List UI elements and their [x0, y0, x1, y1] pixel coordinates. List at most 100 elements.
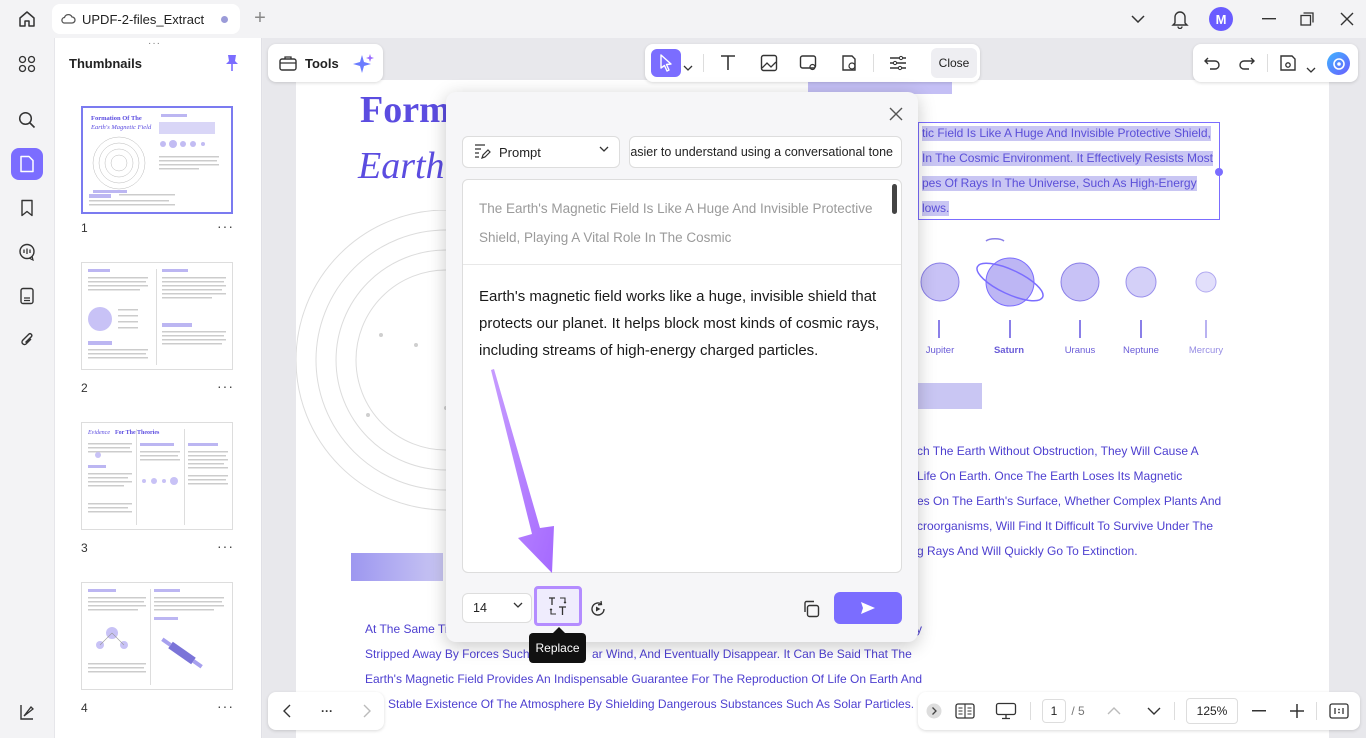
prompt-mode-label: Prompt	[499, 144, 541, 160]
apps-grid-icon[interactable]	[11, 48, 43, 80]
thumb-more-menu[interactable]: ···	[217, 218, 234, 234]
thumb1-title-a: Formation Of The	[91, 115, 142, 122]
close-edit-button[interactable]: Close	[931, 48, 977, 78]
close-window-button[interactable]	[1336, 6, 1358, 32]
body-line: g Rays And Will Quickly Go To Extinction…	[917, 544, 1138, 558]
paperclip-icon[interactable]	[11, 324, 43, 356]
redo-icon[interactable]	[1238, 54, 1256, 77]
user-avatar[interactable]: M	[1208, 6, 1234, 32]
planet-label: Uranus	[1064, 345, 1096, 356]
ai-sparkle-icon[interactable]	[353, 53, 375, 75]
chevron-up-icon[interactable]	[1104, 699, 1124, 723]
chevron-down-icon	[599, 146, 609, 152]
page-layout-icon[interactable]	[954, 699, 976, 723]
actual-size-icon[interactable]	[1328, 699, 1350, 723]
orbit-rings-graphic	[296, 210, 448, 511]
selected-line: pes Of Rays In The Universe, Such As Hig…	[922, 176, 1197, 191]
undo-icon[interactable]	[1203, 54, 1221, 77]
document-tab[interactable]: UPDF-2-files_Extract	[52, 4, 240, 34]
chevron-down-icon[interactable]	[1144, 699, 1164, 723]
notification-bell-icon[interactable]	[1169, 6, 1191, 32]
home-icon[interactable]	[14, 7, 40, 31]
shield-check-icon	[842, 55, 856, 71]
chevron-right-icon[interactable]	[358, 699, 376, 723]
add-link-tool[interactable]	[794, 49, 824, 77]
chevron-down-icon[interactable]	[1306, 60, 1316, 78]
scrollbar-thumb[interactable]	[892, 184, 897, 214]
body-line: At The Same Ti	[365, 622, 448, 636]
rewritten-text[interactable]: Earth's magnetic field works like a huge…	[479, 283, 889, 364]
original-text: The Earth's Magnetic Field Is Like A Hug…	[479, 201, 873, 245]
total-pages-label: / 5	[1071, 704, 1085, 718]
chevron-down-icon[interactable]	[1128, 6, 1148, 32]
pin-icon[interactable]	[225, 54, 239, 77]
planet-tick	[938, 320, 940, 338]
body-line: ar Wind, And Eventually Disappear. It Ca…	[592, 647, 912, 661]
page-thumbnail-2[interactable]	[81, 262, 233, 370]
zoom-level[interactable]: 125%	[1186, 698, 1238, 724]
send-button[interactable]	[834, 592, 902, 624]
left-rail	[0, 38, 54, 738]
select-tool[interactable]	[651, 49, 681, 77]
selected-line: lows.	[922, 201, 950, 216]
cursor-icon	[660, 54, 672, 72]
layers-icon[interactable]	[11, 696, 43, 728]
collapse-bar-button[interactable]	[926, 699, 942, 723]
panel-grip-handle[interactable]: ···	[148, 38, 161, 49]
toolbar-divider	[703, 54, 704, 72]
thumbnails-page-icon[interactable]	[11, 148, 43, 180]
regenerate-button[interactable]	[586, 597, 610, 621]
link-icon	[799, 55, 817, 71]
comment-icon[interactable]	[11, 236, 43, 268]
replace-button[interactable]	[534, 586, 582, 626]
annotation-arrow	[491, 369, 554, 573]
font-size-select[interactable]: 14	[462, 593, 532, 623]
thumb-more-menu[interactable]: ···	[217, 698, 234, 714]
thumb-number: 4	[81, 701, 88, 715]
planet-tick	[1079, 320, 1081, 338]
section-heading-bar	[916, 383, 982, 409]
close-icon	[889, 107, 903, 121]
maximize-button[interactable]	[1296, 6, 1318, 32]
add-image-tool[interactable]	[754, 49, 784, 77]
prompt-mode-select[interactable]: Prompt	[462, 136, 620, 168]
selection-handle[interactable]	[1215, 168, 1223, 176]
body-line: Stripped Away By Forces Such	[365, 647, 530, 661]
tools-button[interactable]: Tools	[268, 44, 383, 82]
thumb-more-menu[interactable]: ···	[217, 378, 234, 394]
close-dialog-button[interactable]	[886, 104, 906, 124]
properties-tool[interactable]	[883, 49, 913, 77]
attachment-file-icon[interactable]	[11, 280, 43, 312]
copy-button[interactable]	[799, 597, 823, 621]
page-thumbnail-3[interactable]: Evidence For The Theories	[81, 422, 233, 530]
toolbar-divider	[873, 54, 874, 72]
current-page-input[interactable]: 1	[1042, 699, 1066, 723]
prompt-input[interactable]: easier to understand using a conversatio…	[629, 136, 902, 168]
toolbox-icon	[279, 56, 297, 71]
copy-icon	[804, 600, 820, 618]
thumb3-title-b: For The Theories	[115, 430, 160, 436]
page-thumbnail-1[interactable]: Formation Of The Earth's Magnetic Field	[81, 106, 233, 214]
minimize-button[interactable]	[1258, 6, 1280, 32]
body-line: ch The Earth Without Obstruction, They W…	[917, 444, 1199, 458]
new-tab-button[interactable]: +	[250, 8, 270, 28]
thumb-more-menu[interactable]: ···	[217, 538, 234, 554]
bookmark-icon[interactable]	[11, 192, 43, 224]
cloud-icon	[61, 13, 76, 24]
page-thumbnail-4[interactable]	[81, 582, 233, 690]
presentation-icon[interactable]	[994, 699, 1018, 723]
ai-assistant-icon[interactable]	[1327, 52, 1350, 75]
chevron-down-icon[interactable]	[683, 58, 693, 76]
zoom-out-icon[interactable]	[1250, 699, 1268, 723]
thumb-number: 3	[81, 541, 88, 555]
history-save-toolbar	[1193, 44, 1358, 82]
zoom-in-icon[interactable]	[1288, 699, 1306, 723]
save-icon[interactable]	[1279, 54, 1297, 77]
add-text-tool[interactable]	[713, 49, 743, 77]
avatar[interactable]: M	[1209, 7, 1233, 31]
more-options-button[interactable]: ···	[316, 699, 338, 723]
chevron-left-icon[interactable]	[278, 699, 296, 723]
search-icon[interactable]	[11, 104, 43, 136]
watermark-tool[interactable]	[834, 49, 864, 77]
planet-label: Jupiter	[925, 345, 955, 356]
